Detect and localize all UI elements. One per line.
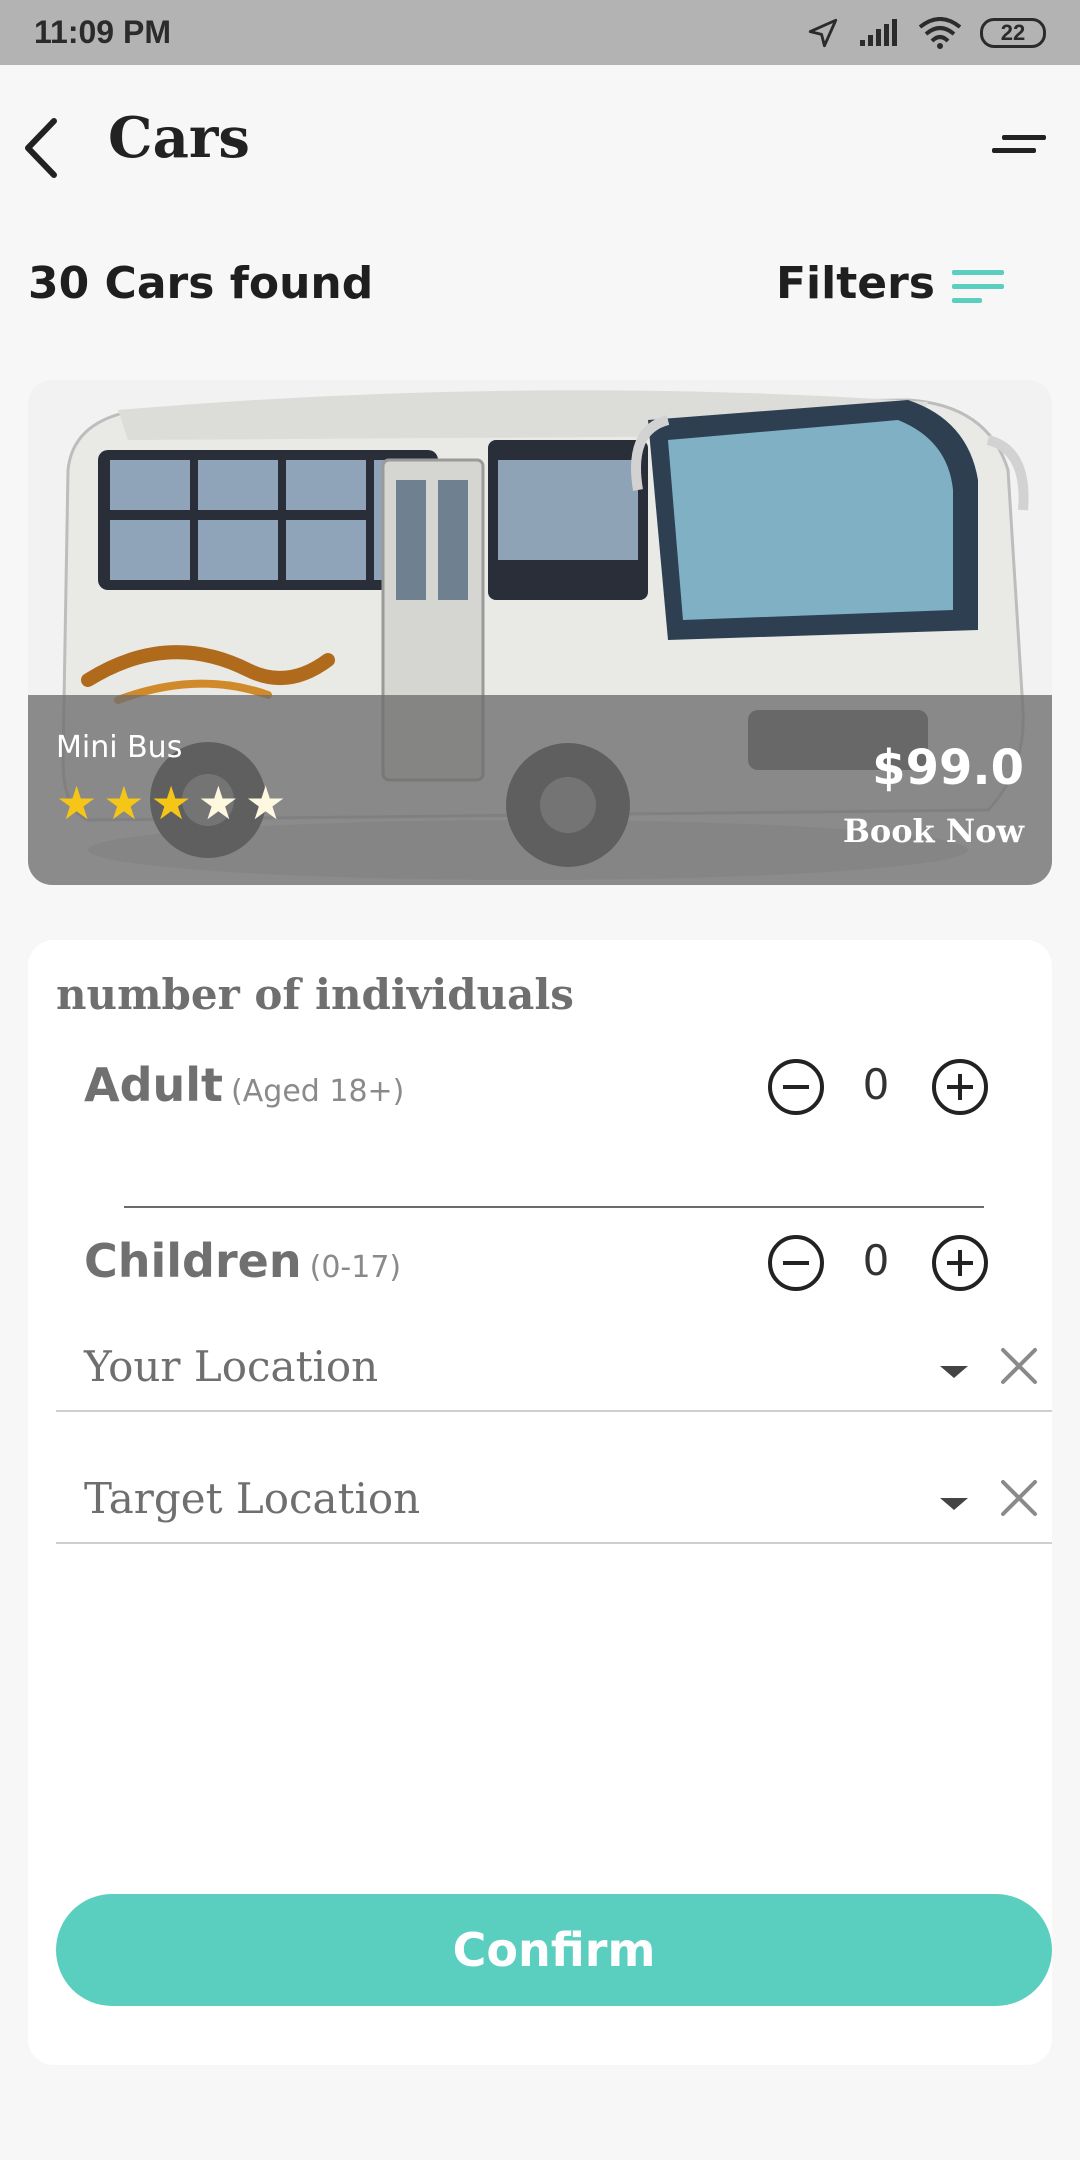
dropdown-caret-icon[interactable] [940, 1498, 968, 1510]
close-icon[interactable] [999, 1346, 1039, 1386]
star-icon: ★ [197, 776, 239, 830]
booking-form: number of individuals Adult (Aged 18+) 0 … [28, 940, 1052, 2065]
dropdown-caret-icon[interactable] [940, 1366, 968, 1378]
adult-age-range: (Aged 18+) [231, 1074, 405, 1109]
back-button[interactable] [14, 113, 74, 183]
car-price: $99.0 [872, 740, 1024, 796]
children-increment-button[interactable] [932, 1235, 988, 1291]
wifi-icon [918, 16, 962, 49]
divider [124, 1206, 984, 1208]
adult-decrement-button[interactable] [768, 1059, 824, 1115]
star-icon: ★ [150, 776, 192, 830]
battery-icon: 22 [980, 17, 1046, 48]
target-location-placeholder: Target Location [84, 1474, 421, 1523]
menu-button[interactable] [992, 127, 1052, 167]
star-icon: ★ [245, 776, 287, 830]
status-icons: 22 [806, 16, 1046, 50]
adult-increment-button[interactable] [932, 1059, 988, 1115]
battery-level: 22 [1000, 19, 1026, 45]
status-time: 11:09 PM [34, 14, 171, 50]
filters-icon-button[interactable] [952, 266, 1006, 308]
children-decrement-button[interactable] [768, 1235, 824, 1291]
results-header: 30 Cars found Filters [0, 250, 1080, 330]
adult-row: Adult (Aged 18+) 0 [28, 1042, 1052, 1132]
app-bar: Cars [0, 65, 1080, 225]
status-bar: 11:09 PM 22 [0, 0, 1080, 65]
book-now-button[interactable]: Book Now [843, 812, 1024, 850]
your-location-select[interactable]: Your Location [56, 1330, 1052, 1412]
menu-icon [992, 135, 1046, 153]
children-age-range: (0-17) [309, 1250, 402, 1285]
star-icon: ★ [103, 776, 145, 830]
adult-count: 0 [862, 1060, 890, 1109]
page-title: Cars [108, 105, 250, 171]
car-card[interactable]: Mini Bus ★ ★ ★ ★ ★ $99.0 Book Now [28, 380, 1052, 885]
star-icon: ★ [56, 776, 98, 830]
rating-stars: ★ ★ ★ ★ ★ [56, 780, 286, 826]
children-label: Children (0-17) [84, 1234, 402, 1288]
location-arrow-icon [808, 18, 838, 47]
adult-label: Adult (Aged 18+) [84, 1058, 405, 1112]
filters-button[interactable]: Filters [776, 258, 935, 309]
target-location-select[interactable]: Target Location [56, 1462, 1052, 1544]
children-count: 0 [862, 1236, 890, 1285]
your-location-placeholder: Your Location [84, 1342, 379, 1391]
filter-lines-icon [952, 270, 1004, 303]
children-row: Children (0-17) 0 [28, 1218, 1052, 1308]
signal-icon [860, 18, 897, 46]
car-name: Mini Bus [56, 730, 183, 765]
confirm-button[interactable]: Confirm [56, 1894, 1052, 2006]
close-icon[interactable] [999, 1478, 1039, 1518]
results-count: 30 Cars found [28, 258, 374, 309]
back-arrow-icon [25, 118, 57, 178]
section-title: number of individuals [56, 970, 574, 1019]
